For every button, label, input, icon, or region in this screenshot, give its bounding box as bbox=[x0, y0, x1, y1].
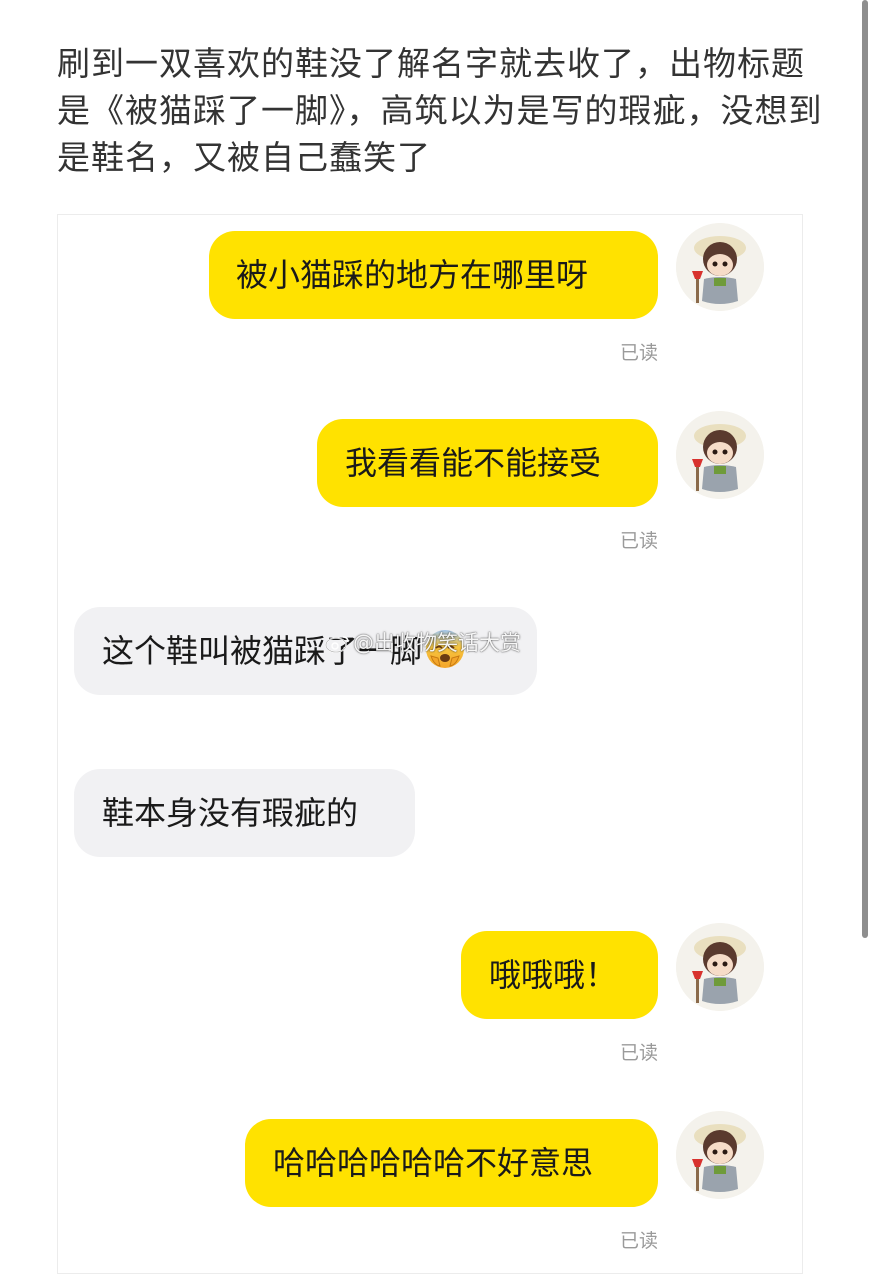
read-status: 已读 bbox=[619, 342, 658, 364]
doll-avatar-icon bbox=[676, 223, 764, 311]
message-text: 鞋本身没有瑕疵的 bbox=[102, 794, 359, 832]
incoming-bubble: 鞋本身没有瑕疵的 bbox=[74, 769, 415, 857]
outgoing-bubble: 被小猫踩的地方在哪里呀 bbox=[209, 231, 658, 319]
doll-avatar-icon bbox=[676, 1111, 764, 1199]
avatar[interactable] bbox=[676, 923, 764, 1011]
weibo-watermark: @出收物笑话大赏 bbox=[325, 628, 521, 658]
avatar[interactable] bbox=[676, 411, 764, 499]
message-text: 哦哦哦！ bbox=[489, 956, 618, 994]
message-text: 被小猫踩的地方在哪里呀 bbox=[236, 256, 589, 294]
outgoing-bubble: 我看看能不能接受 bbox=[317, 419, 658, 507]
weibo-logo-icon bbox=[325, 636, 349, 653]
read-status: 已读 bbox=[619, 1230, 658, 1252]
read-status: 已读 bbox=[619, 1042, 658, 1064]
doll-avatar-icon bbox=[676, 923, 764, 1011]
watermark-text: @出收物笑话大赏 bbox=[353, 631, 521, 655]
chat-screenshot: 被小猫踩的地方在哪里呀 已读 我看看能不能接受 已读 这个鞋叫被猫踩了一脚 鞋本… bbox=[57, 214, 803, 1274]
message-text: 我看看能不能接受 bbox=[345, 444, 602, 482]
avatar[interactable] bbox=[676, 1111, 764, 1199]
read-status: 已读 bbox=[619, 530, 658, 552]
outgoing-bubble: 哈哈哈哈哈哈不好意思 bbox=[245, 1119, 658, 1207]
message-text: 哈哈哈哈哈哈不好意思 bbox=[273, 1144, 594, 1182]
doll-avatar-icon bbox=[676, 411, 764, 499]
post-text: 刷到一双喜欢的鞋没了解名字就去收了，出物标题是《被猫踩了一脚》，高筑以为是写的瑕… bbox=[57, 44, 823, 177]
avatar[interactable] bbox=[676, 223, 764, 311]
outgoing-bubble: 哦哦哦！ bbox=[461, 931, 658, 1019]
scrollbar[interactable] bbox=[862, 0, 868, 938]
